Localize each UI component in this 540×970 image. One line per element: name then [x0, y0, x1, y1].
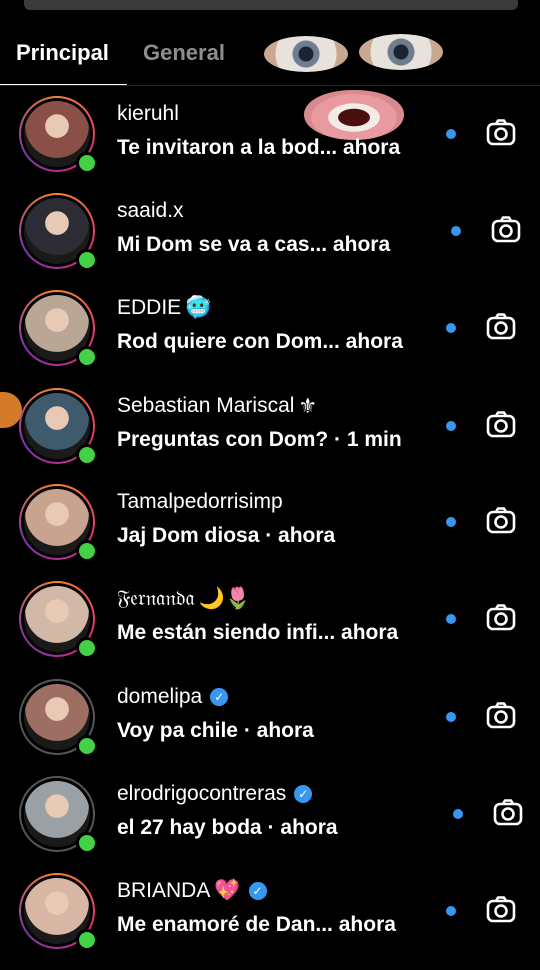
username: Tamalpedorrisimp: [117, 490, 283, 513]
tab-principal[interactable]: Principal: [16, 40, 109, 66]
message-preview: Te invitaron a la bod... ahora: [117, 136, 401, 159]
conversation-name: kieruhl: [117, 102, 179, 126]
message-preview: Rod quiere con Dom... ahora: [117, 330, 403, 353]
conversation-row[interactable]: 𝔉𝔢𝔯𝔫𝔞𝔫𝔡𝔞 🌙🌷 Me están siendo infi... ahora: [0, 581, 540, 678]
camera-icon[interactable]: [492, 797, 524, 829]
conversation-name: EDDIE 🥶: [117, 296, 211, 320]
conversation-row[interactable]: saaid.x Mi Dom se va a cas... ahora: [0, 193, 540, 290]
tabs-divider: [0, 85, 540, 86]
unread-dot-icon: [446, 323, 456, 333]
message-preview: Jaj Dom diosa · ahora: [117, 524, 336, 547]
conversation-row[interactable]: Sebastian Mariscal ⚜ Preguntas con Dom? · …: [0, 388, 540, 485]
conversation-name: saaid.x: [117, 199, 184, 223]
online-status-icon: [76, 540, 98, 562]
sticker-eye-right: [359, 34, 443, 70]
conversation-name: elrodrigocontreras ✓: [117, 782, 313, 806]
camera-icon[interactable]: [485, 894, 517, 926]
unread-dot-icon: [446, 129, 456, 139]
username: BRIANDA: [117, 879, 211, 902]
camera-icon[interactable]: [490, 214, 522, 246]
username: elrodrigocontreras: [117, 782, 287, 805]
moon-tulip-emoji: 🌙🌷: [198, 587, 251, 611]
camera-icon[interactable]: [485, 700, 517, 732]
message-preview: Me están siendo infi... ahora: [117, 621, 399, 644]
unread-dot-icon: [446, 614, 456, 624]
sticker-eye-left: [264, 36, 348, 72]
conversation-name: BRIANDA 💖 ✓: [117, 879, 267, 903]
online-status-icon: [76, 929, 98, 951]
camera-icon[interactable]: [485, 117, 517, 149]
top-handle-bar: [24, 0, 518, 10]
camera-icon[interactable]: [485, 505, 517, 537]
fleur-de-lis-emoji: ⚜: [298, 395, 318, 418]
username: 𝔉𝔢𝔯𝔫𝔞𝔫𝔡𝔞: [117, 587, 195, 610]
verified-badge-icon: ✓: [248, 882, 267, 901]
message-preview: Mi Dom se va a cas... ahora: [117, 233, 391, 256]
cold-face-emoji: 🥶: [185, 296, 212, 320]
sparkling-heart-emoji: 💖: [214, 879, 241, 903]
conversation-name: Sebastian Mariscal ⚜: [117, 394, 317, 419]
conversation-row[interactable]: kieruhl Te invitaron a la bod... ahora: [0, 96, 540, 193]
unread-dot-icon: [451, 226, 461, 236]
unread-dot-icon: [446, 906, 456, 916]
camera-icon[interactable]: [485, 602, 517, 634]
online-status-icon: [76, 249, 98, 271]
conversation-row[interactable]: elrodrigocontreras ✓ el 27 hay boda · ahor…: [0, 776, 540, 873]
conversation-name: Tamalpedorrisimp: [117, 490, 283, 514]
unread-dot-icon: [446, 712, 456, 722]
verified-badge-icon: ✓: [210, 688, 229, 707]
online-status-icon: [76, 346, 98, 368]
online-status-icon: [76, 832, 98, 854]
conversation-row[interactable]: domelipa ✓ Voy pa chile · ahora: [0, 679, 540, 776]
conversation-name: 𝔉𝔢𝔯𝔫𝔞𝔫𝔡𝔞 🌙🌷: [117, 587, 251, 611]
online-status-icon: [76, 444, 98, 466]
tab-general[interactable]: General: [143, 40, 225, 66]
username: Sebastian Mariscal: [117, 394, 295, 418]
username: domelipa: [117, 685, 203, 708]
username: EDDIE: [117, 296, 182, 319]
conversation-row[interactable]: EDDIE 🥶 Rod quiere con Dom... ahora: [0, 290, 540, 387]
online-status-icon: [76, 735, 98, 757]
unread-dot-icon: [446, 421, 456, 431]
message-preview: Me enamoré de Dan... ahora: [117, 913, 396, 936]
conversation-name: domelipa ✓: [117, 685, 229, 709]
conversation-row[interactable]: Tamalpedorrisimp Jaj Dom diosa · ahora: [0, 484, 540, 581]
message-preview: el 27 hay boda · ahora: [117, 816, 338, 839]
camera-icon[interactable]: [485, 409, 517, 441]
unread-dot-icon: [453, 809, 463, 819]
online-status-icon: [76, 637, 98, 659]
online-status-icon: [76, 152, 98, 174]
message-preview: Voy pa chile · ahora: [117, 719, 314, 742]
conversation-row[interactable]: BRIANDA 💖 ✓ Me enamoré de Dan... ahora: [0, 873, 540, 970]
username: saaid.x: [117, 199, 184, 222]
verified-badge-icon: ✓: [294, 785, 313, 804]
message-preview: Preguntas con Dom? · 1 min: [117, 428, 402, 451]
unread-dot-icon: [446, 517, 456, 527]
username: kieruhl: [117, 102, 179, 125]
camera-icon[interactable]: [485, 311, 517, 343]
